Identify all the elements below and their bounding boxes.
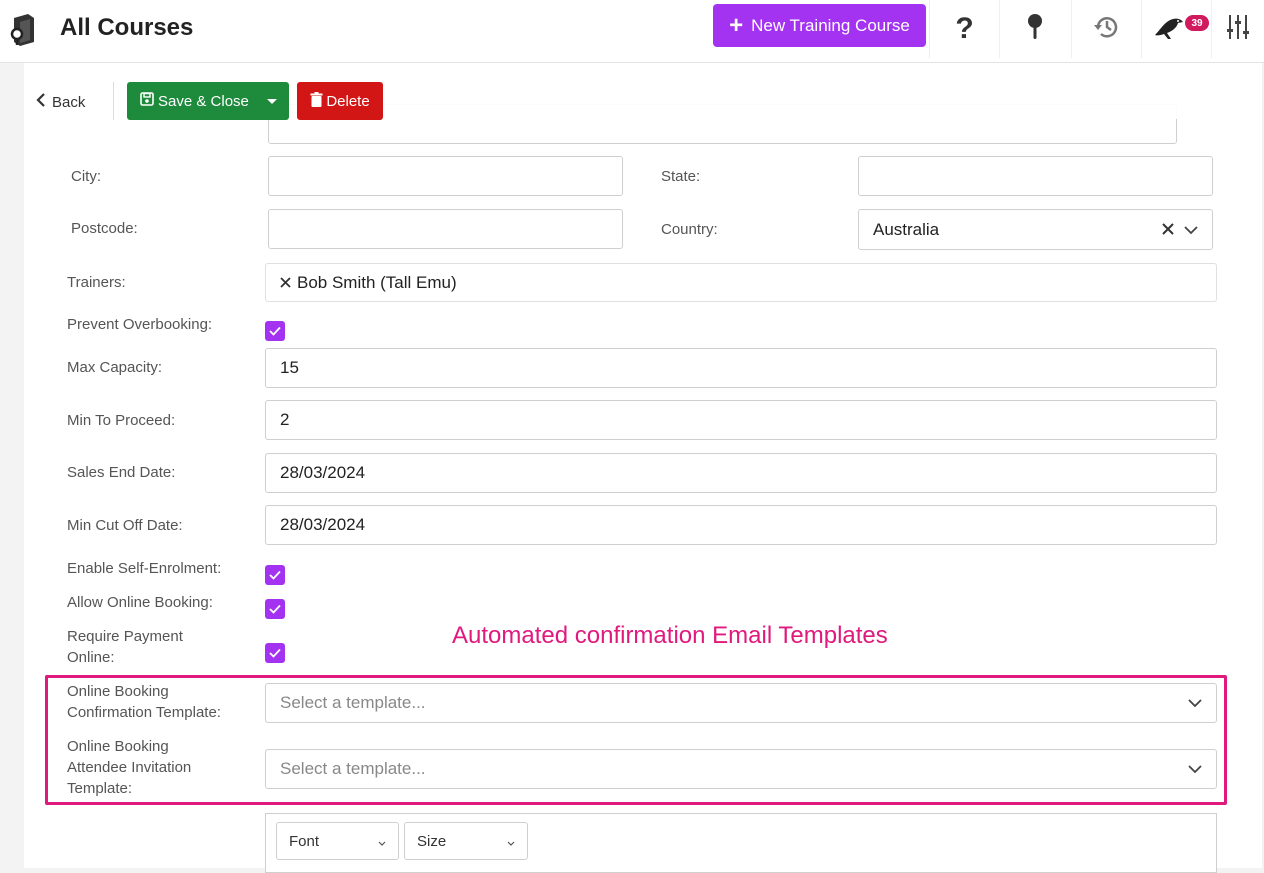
chevron-down-icon [1188, 693, 1202, 713]
help-button[interactable]: ? [929, 0, 999, 58]
enable-self-enrolment-checkbox[interactable] [265, 565, 285, 585]
location-pin-button[interactable] [999, 0, 1069, 58]
question-mark-icon: ? [955, 12, 974, 45]
state-input[interactable] [858, 156, 1213, 196]
remove-tag-icon[interactable] [280, 273, 291, 293]
chevron-down-icon [1188, 759, 1202, 779]
trainer-tag: Bob Smith (Tall Emu) [280, 273, 457, 293]
history-icon [1093, 13, 1121, 46]
min-cut-off-date-label: Min Cut Off Date: [67, 517, 183, 534]
save-close-button[interactable]: Save & Close [127, 92, 255, 110]
confirmation-template-select[interactable]: Select a template... [265, 683, 1217, 723]
size-select-label: Size [417, 832, 447, 850]
confirmation-template-label-line2: Confirmation Template: [67, 704, 221, 721]
sliders-icon [1226, 13, 1250, 46]
notification-count-badge: 39 [1185, 15, 1209, 31]
chevron-left-icon [36, 93, 46, 111]
app-logo-icon[interactable] [8, 14, 36, 46]
min-to-proceed-input[interactable]: 2 [265, 400, 1217, 440]
invitation-template-placeholder: Select a template... [280, 759, 426, 778]
save-options-dropdown[interactable] [255, 82, 289, 120]
max-capacity-input[interactable]: 15 [265, 348, 1217, 388]
trainers-select[interactable]: Bob Smith (Tall Emu) [265, 263, 1217, 302]
save-close-button-group: Save & Close [127, 82, 289, 120]
bird-icon [1153, 13, 1187, 46]
pin-icon [1027, 13, 1043, 46]
city-input[interactable] [268, 156, 623, 196]
country-value: Australia [873, 219, 940, 239]
invitation-template-label-line3: Template: [67, 780, 133, 797]
chevron-down-icon [378, 833, 386, 850]
allow-online-booking-label: Allow Online Booking: [67, 594, 213, 611]
new-training-course-button[interactable]: + New Training Course [713, 4, 926, 47]
invitation-template-label: Online Booking Attendee Invitation Templ… [67, 736, 191, 799]
delete-label: Delete [326, 92, 370, 110]
postcode-label: Postcode: [71, 220, 138, 237]
checkmark-icon [269, 648, 281, 658]
allow-online-booking-checkbox[interactable] [265, 599, 285, 619]
back-label: Back [52, 93, 86, 111]
postcode-input[interactable] [268, 209, 623, 249]
prevent-overbooking-label: Prevent Overbooking: [67, 316, 213, 333]
plus-icon: + [729, 11, 744, 39]
confirmation-template-label-line1: Online Booking [67, 683, 169, 700]
country-label: Country: [661, 221, 718, 238]
country-select[interactable]: Australia [858, 209, 1213, 250]
sales-end-date-label: Sales End Date: [67, 464, 176, 481]
checkmark-icon [269, 326, 281, 336]
delete-button[interactable]: Delete [297, 82, 383, 120]
new-training-course-label: New Training Course [751, 15, 910, 35]
chevron-down-icon [1184, 220, 1198, 240]
trainer-name: Bob Smith (Tall Emu) [297, 272, 457, 292]
checkmark-icon [269, 570, 281, 580]
checkmark-icon [269, 604, 281, 614]
trainers-label: Trainers: [67, 274, 126, 291]
sales-end-date-input[interactable]: 28/03/2024 [265, 453, 1217, 493]
caret-down-icon [266, 93, 278, 110]
invitation-template-label-line2: Attendee Invitation [67, 759, 192, 776]
confirmation-template-placeholder: Select a template... [280, 693, 426, 712]
prevent-overbooking-checkbox[interactable] [265, 321, 285, 341]
city-label: City: [71, 168, 101, 185]
back-button[interactable]: Back [36, 91, 85, 113]
require-payment-online-label-line1: Require Payment [67, 628, 183, 645]
settings-sliders-button[interactable] [1211, 0, 1264, 58]
annotation-text: Automated confirmation Email Templates [452, 622, 888, 649]
size-select[interactable]: Size [404, 822, 528, 860]
invitation-template-label-line1: Online Booking [67, 738, 169, 755]
min-to-proceed-label: Min To Proceed: [67, 412, 176, 429]
clear-icon[interactable] [1162, 220, 1174, 240]
toolbar-divider [113, 82, 114, 120]
enable-self-enrolment-label: Enable Self-Enrolment: [67, 560, 222, 577]
save-close-label: Save & Close [158, 92, 249, 110]
chevron-down-icon [507, 833, 515, 850]
require-payment-online-label-line2: Online: [67, 649, 115, 666]
invitation-template-select[interactable]: Select a template... [265, 749, 1217, 789]
max-capacity-label: Max Capacity: [67, 359, 163, 376]
page-title: All Courses [60, 14, 194, 41]
floppy-disk-icon [140, 92, 154, 110]
font-select[interactable]: Font [276, 822, 399, 860]
top-bar: All Courses + New Training Course ? 39 [0, 0, 1264, 63]
min-cut-off-date-input[interactable]: 28/03/2024 [265, 505, 1217, 545]
state-label: State: [661, 168, 701, 185]
require-payment-online-checkbox[interactable] [265, 643, 285, 663]
font-select-label: Font [289, 832, 320, 850]
trash-icon [310, 91, 323, 111]
history-button[interactable] [1071, 0, 1141, 58]
confirmation-template-label: Online Booking Confirmation Template: [67, 681, 221, 723]
require-payment-online-label: Require Payment Online: [67, 626, 183, 668]
